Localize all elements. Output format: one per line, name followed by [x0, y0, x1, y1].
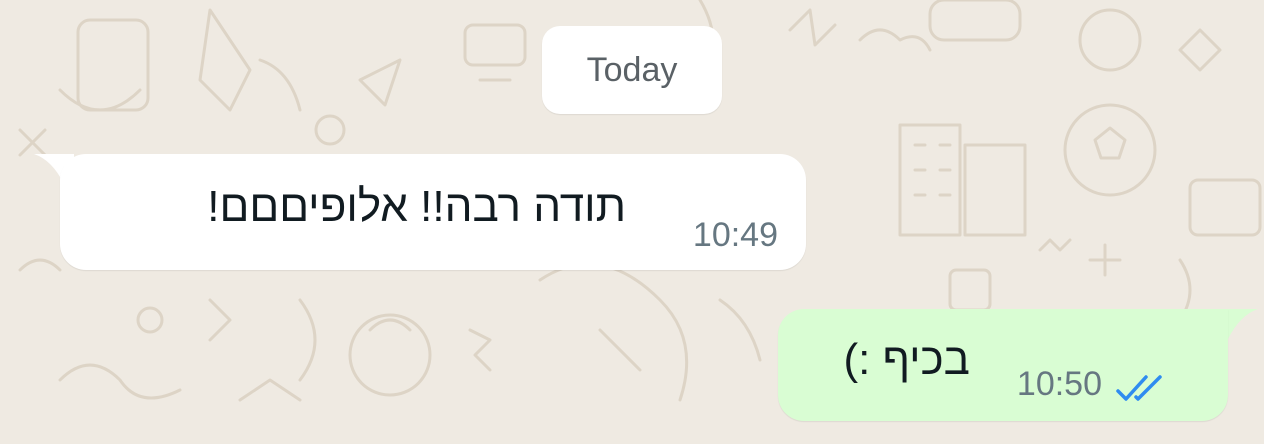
incoming-message-bubble[interactable]: תודה רבה!! אלופיםםם! 10:49 [60, 154, 806, 270]
message-time: 10:49 [692, 216, 778, 254]
message-text: תודה רבה!! אלופיםםם! [207, 182, 626, 231]
double-check-read-icon [1116, 375, 1162, 401]
date-divider: Today [542, 26, 722, 114]
message-text: בכיף :) [843, 335, 970, 384]
message-time: 10:50 [1016, 365, 1102, 403]
outgoing-message-bubble[interactable]: בכיף :) 10:50 [778, 309, 1228, 421]
